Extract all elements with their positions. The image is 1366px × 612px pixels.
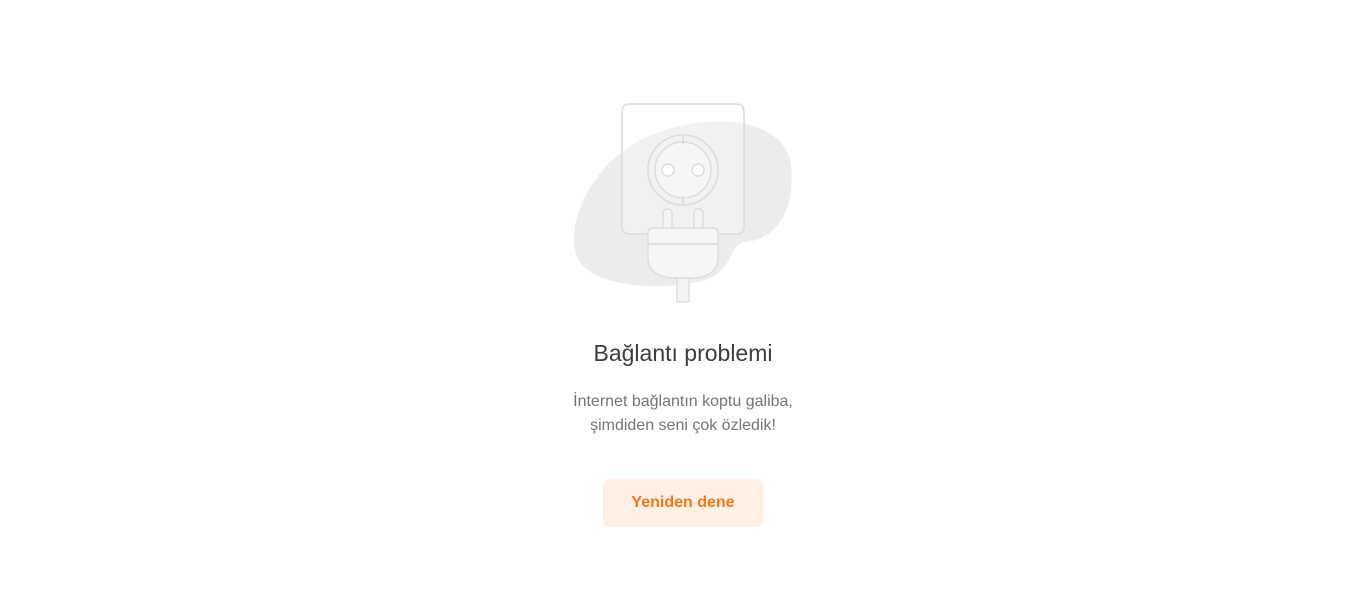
error-message: İnternet bağlantın koptu galiba, şimdide… <box>0 390 1366 438</box>
error-message-line-1: İnternet bağlantın koptu galiba, <box>573 393 793 410</box>
error-title: Bağlantı problemi <box>593 340 773 366</box>
socket-hole-right <box>691 163 705 177</box>
retry-button[interactable]: Yeniden dene <box>603 479 763 527</box>
plug-cable <box>676 277 690 303</box>
unplugged-socket-icon <box>574 103 792 303</box>
error-message-line-2: şimdiden seni çok özledik! <box>590 417 776 434</box>
plug-body <box>647 227 719 245</box>
socket-hole-left <box>661 163 675 177</box>
connection-error-page: Bağlantı problemi İnternet bağlantın kop… <box>0 0 1366 612</box>
